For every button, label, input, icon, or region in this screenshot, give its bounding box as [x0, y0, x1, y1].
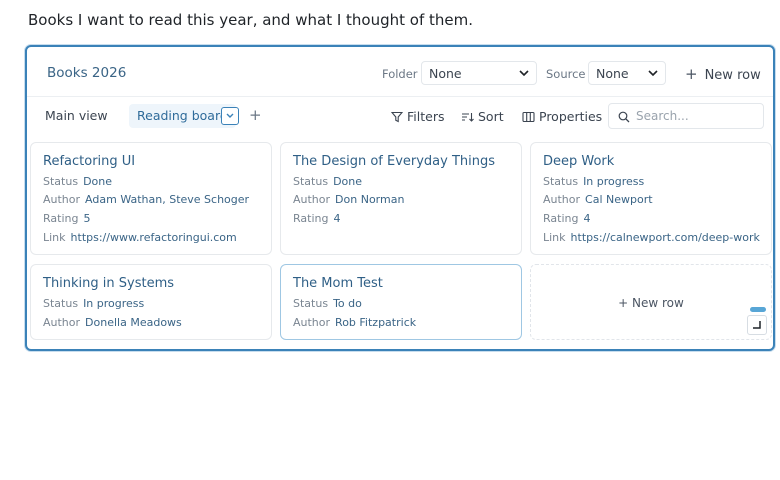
new-row-label: New row [704, 68, 761, 83]
board-card[interactable]: Deep Work Status In progress Author Cal Ne… [530, 142, 772, 255]
property-key: Author [293, 193, 331, 206]
source-select-value: None [596, 66, 629, 81]
property-key: Author [43, 316, 81, 329]
card-property: Status To do [293, 297, 362, 310]
chevron-down-icon [519, 70, 529, 77]
database-header: Books 2026 Folder None Source None + New … [27, 47, 773, 97]
filter-icon [390, 111, 404, 123]
property-key: Status [293, 297, 329, 310]
property-key: Status [293, 175, 329, 188]
card-property: Author Cal Newport [543, 193, 653, 206]
properties-button[interactable]: Properties [522, 109, 602, 124]
new-row-card[interactable]: + New row [530, 264, 772, 340]
page-intro-text: Books I want to read this year, and what… [28, 11, 474, 29]
board-card[interactable]: Refactoring UI Status Done Author Adam Wat… [30, 142, 272, 255]
property-key: Status [43, 175, 79, 188]
property-link[interactable]: https://www.refactoringui.com [71, 231, 237, 244]
property-key: Rating [543, 212, 579, 225]
sort-button[interactable]: Sort [461, 109, 504, 124]
columns-icon [522, 111, 535, 123]
property-key: Link [43, 231, 66, 244]
source-select[interactable]: None [588, 61, 666, 85]
property-key: Status [43, 297, 79, 310]
folder-label: Folder [382, 67, 418, 81]
property-value: Done [83, 175, 113, 188]
source-label: Source [546, 67, 586, 81]
tab-reading-board[interactable]: Reading board [129, 104, 236, 128]
card-property: Link https://www.refactoringui.com [43, 231, 237, 244]
search-input[interactable]: Search... [608, 103, 764, 129]
folder-select-value: None [429, 66, 462, 81]
card-property: Author Adam Wathan, Steve Schoger [43, 193, 249, 206]
property-value: In progress [83, 297, 145, 310]
sort-icon [462, 113, 474, 122]
card-property: Link https://calnewport.com/deep-work [543, 231, 760, 244]
property-value: 4 [583, 212, 591, 225]
board-card[interactable]: The Design of Everyday Things Status Done… [280, 142, 522, 255]
card-property: Status Done [293, 175, 362, 188]
view-toolbar: Main view Reading board + Filters Sort P… [27, 98, 773, 138]
search-icon [618, 111, 630, 123]
database-view: Books 2026 Folder None Source None + New … [25, 45, 775, 351]
property-key: Link [543, 231, 566, 244]
card-property: Status In progress [43, 297, 144, 310]
card-property: Author Rob Fitzpatrick [293, 316, 416, 329]
property-key: Rating [43, 212, 79, 225]
filters-button[interactable]: Filters [390, 109, 445, 124]
board-card[interactable]: Thinking in Systems Status In progress Au… [30, 264, 272, 340]
property-key: Author [43, 193, 81, 206]
card-property: Author Donella Meadows [43, 316, 182, 329]
property-value: 4 [333, 212, 341, 225]
filters-label: Filters [407, 109, 445, 124]
chevron-down-icon [648, 70, 658, 77]
search-placeholder: Search... [636, 109, 689, 123]
card-property: Author Don Norman [293, 193, 404, 206]
plus-icon: + [685, 65, 698, 83]
scroll-indicator[interactable] [750, 307, 766, 312]
card-title: Deep Work [543, 154, 615, 169]
chevron-down-icon [226, 113, 234, 118]
property-value: Adam Wathan, Steve Schoger [85, 193, 250, 206]
resize-handle[interactable] [747, 315, 767, 335]
folder-select[interactable]: None [421, 61, 537, 85]
property-value: In progress [583, 175, 645, 188]
property-key: Author [293, 316, 331, 329]
card-property: Rating 5 [43, 212, 90, 225]
property-value: 5 [83, 212, 91, 225]
view-menu-button[interactable] [221, 107, 239, 125]
property-link[interactable]: https://calnewport.com/deep-work [571, 231, 760, 244]
property-value: Cal Newport [585, 193, 653, 206]
add-view-button[interactable]: + [249, 106, 262, 124]
card-title: Refactoring UI [43, 154, 136, 169]
card-title: The Design of Everyday Things [293, 154, 496, 169]
board-card[interactable]: The Mom Test Status To do Author Rob Fitzp… [280, 264, 522, 340]
property-value: Don Norman [335, 193, 405, 206]
database-title[interactable]: Books 2026 [47, 65, 126, 81]
card-title: The Mom Test [293, 276, 383, 291]
new-row-card-label: + New row [618, 296, 684, 310]
property-value: To do [333, 297, 362, 310]
tab-main-view[interactable]: Main view [45, 108, 108, 123]
resize-corner-icon [753, 321, 761, 329]
property-value: Done [333, 175, 363, 188]
property-key: Author [543, 193, 581, 206]
card-property: Status Done [43, 175, 112, 188]
property-value: Rob Fitzpatrick [335, 316, 417, 329]
card-property: Rating 4 [293, 212, 340, 225]
card-property: Rating 4 [543, 212, 590, 225]
property-key: Rating [293, 212, 329, 225]
property-value: Donella Meadows [85, 316, 182, 329]
new-row-button[interactable]: + New row [685, 65, 761, 83]
sort-label: Sort [478, 109, 504, 124]
card-title: Thinking in Systems [43, 276, 175, 291]
card-property: Status In progress [543, 175, 644, 188]
property-key: Status [543, 175, 579, 188]
properties-label: Properties [539, 109, 603, 124]
